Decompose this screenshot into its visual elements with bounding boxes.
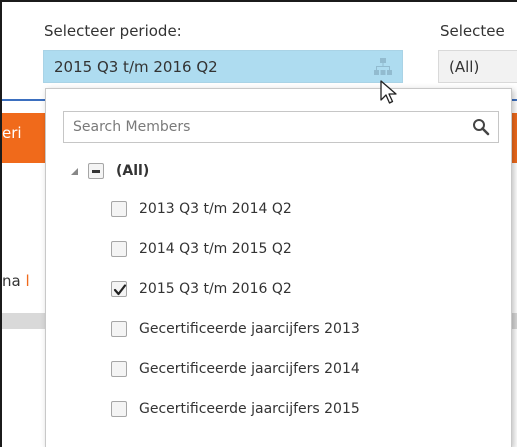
period-dropdown-value: 2015 Q3 t/m 2016 Q2 [54,58,218,76]
tree-member-item[interactable]: 2014 Q3 t/m 2015 Q2 [111,237,292,261]
tree-checkbox-all[interactable] [88,163,104,179]
member-checkbox-checked[interactable] [111,281,127,297]
collapse-triangle-icon[interactable] [68,165,80,177]
tree-member-item[interactable]: 2013 Q3 t/m 2014 Q2 [111,197,292,221]
tree-member-label: 2014 Q3 t/m 2015 Q2 [139,241,292,257]
tree-member-item[interactable]: 2015 Q3 t/m 2016 Q2 [111,277,292,301]
report-divider-line [2,99,45,101]
member-checkbox[interactable] [111,201,127,217]
hierarchy-icon [374,58,392,75]
report-row-text: na l [2,272,45,290]
tree-member-item[interactable]: Gecertificeerde jaarcijfers 2015 [111,397,360,421]
tree-member-label: 2015 Q3 t/m 2016 Q2 [139,281,292,297]
member-search-box [63,111,499,143]
tree-member-label: 2013 Q3 t/m 2014 Q2 [139,201,292,217]
report-gray-band [2,313,45,329]
member-search-input[interactable] [64,112,463,142]
window-left-border [0,0,2,447]
checkmark-icon [113,284,127,296]
tree-member-item[interactable]: Gecertificeerde jaarcijfers 2013 [111,317,360,341]
window-top-border [0,0,517,2]
member-checkbox[interactable] [111,241,127,257]
report-header-band-right [512,113,517,163]
tree-member-item[interactable]: Gecertificeerde jaarcijfers 2014 [111,357,360,381]
report-header-text: eri [2,124,22,142]
member-checkbox[interactable] [111,361,127,377]
second-dropdown-value: (All) [449,58,480,76]
mouse-pointer-icon [380,80,397,104]
tree-member-label: Gecertificeerde jaarcijfers 2014 [139,361,360,377]
report-row-text-prefix: na [2,272,21,290]
tree-member-label: Gecertificeerde jaarcijfers 2013 [139,321,360,337]
report-row-text-accent: l [25,272,30,290]
period-filter-label: Selecteer periode: [44,22,182,40]
period-dropdown[interactable]: 2015 Q3 t/m 2016 Q2 [43,50,403,83]
search-icon[interactable] [472,118,490,136]
tree-item-all[interactable]: (All) [68,159,149,183]
tree-item-label: (All) [116,163,150,179]
tree-member-label: Gecertificeerde jaarcijfers 2015 [139,401,360,417]
member-checkbox[interactable] [111,321,127,337]
report-divider-line-right [512,99,517,101]
report-header-band: eri [2,113,45,163]
period-dropdown-popup: (All) 2013 Q3 t/m 2014 Q2 2014 Q3 t/m 201… [45,88,512,447]
second-filter-label: Selectee [440,22,505,40]
report-gray-band-right [512,313,517,329]
second-dropdown[interactable]: (All) [438,50,517,83]
member-checkbox[interactable] [111,401,127,417]
